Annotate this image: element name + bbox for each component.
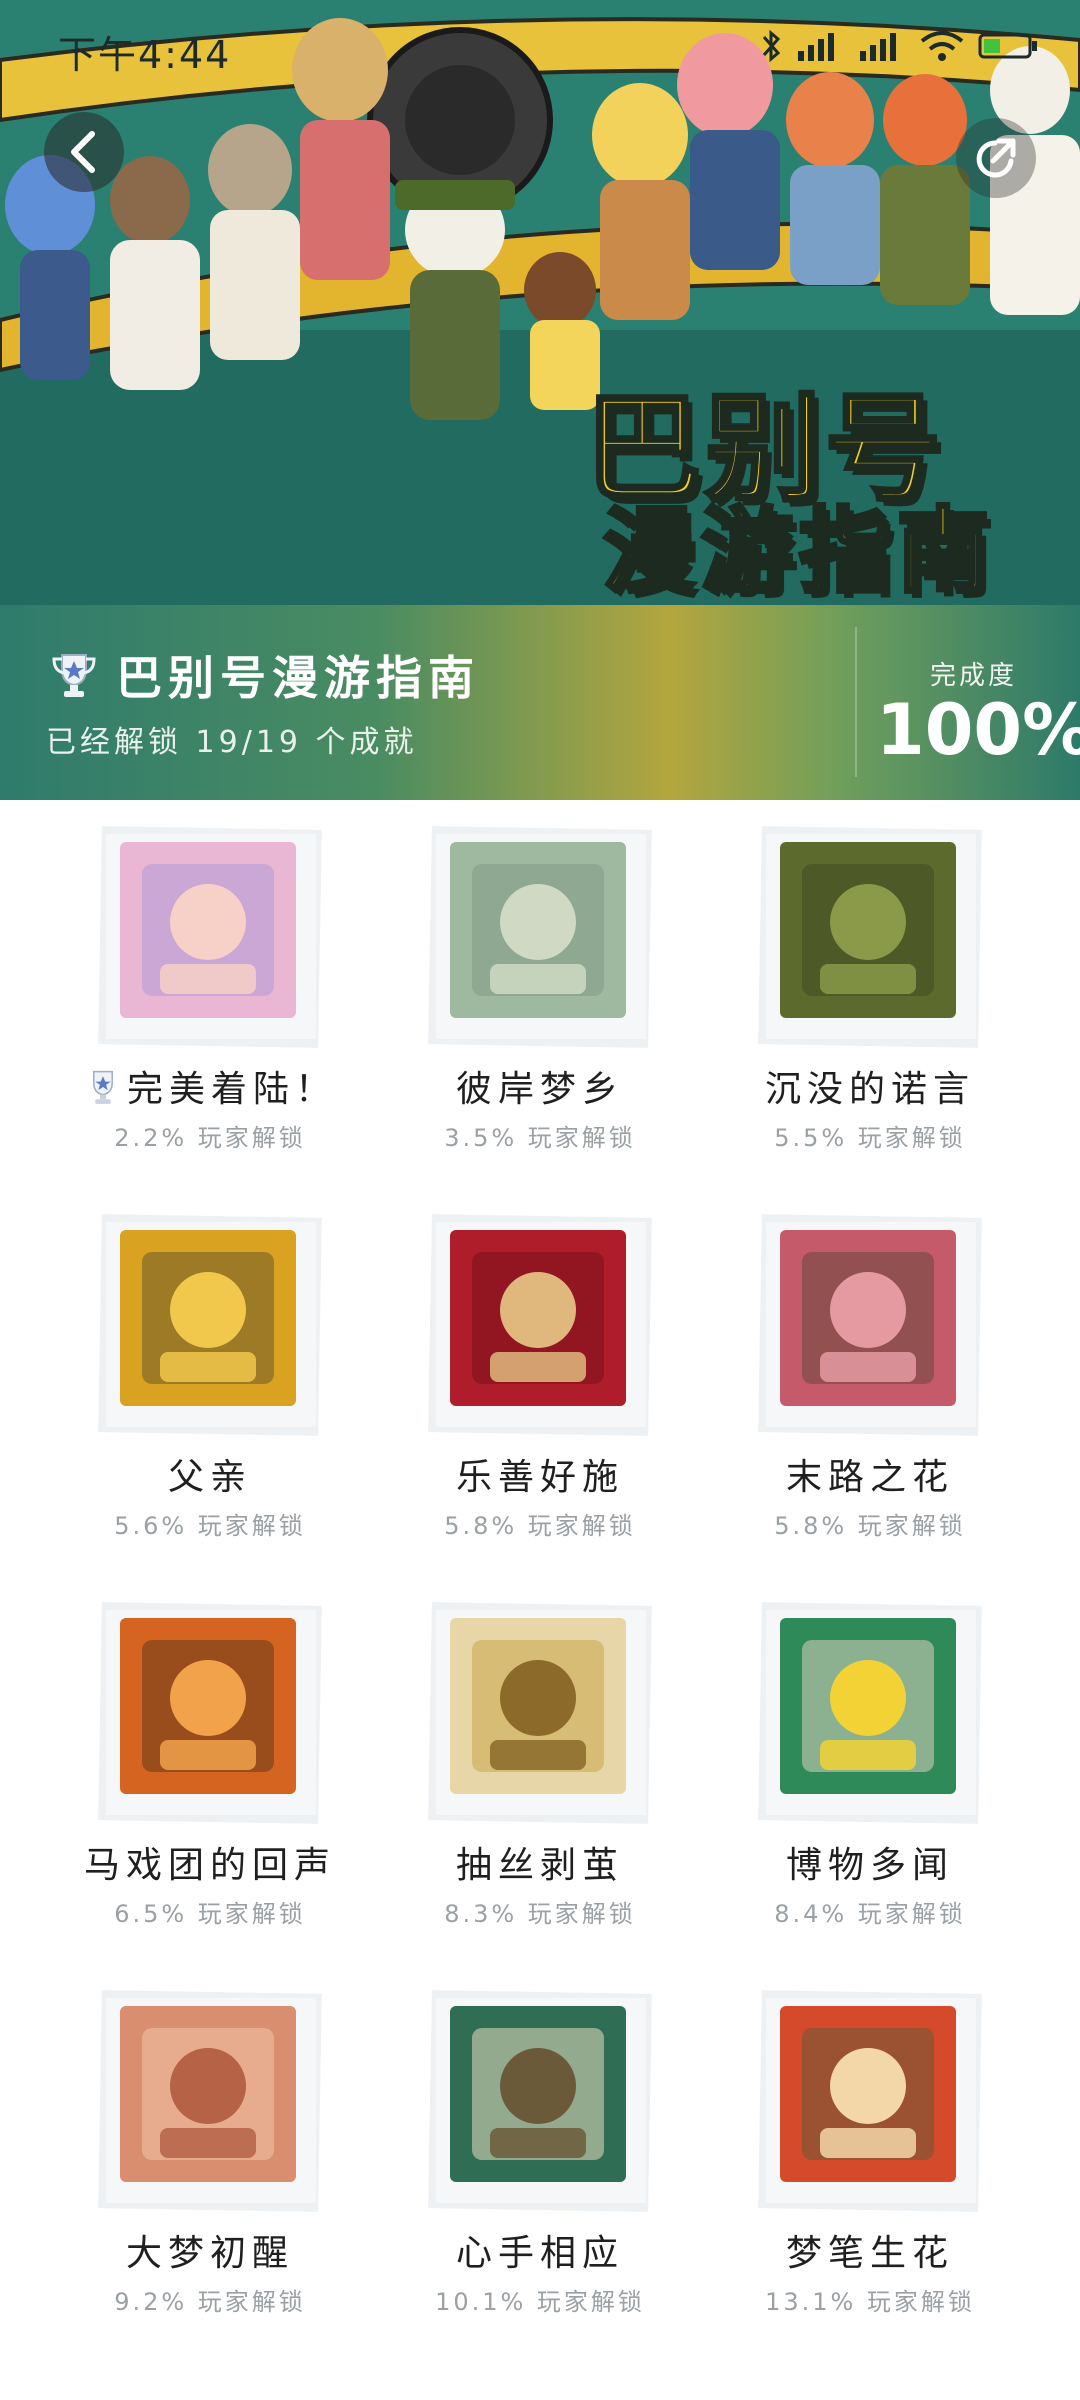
achievement-item[interactable]: 梦笔生花 13.1% 玩家解锁 xyxy=(720,1964,1020,2316)
achievement-item[interactable]: 完美着陆！ 2.2% 玩家解锁 xyxy=(60,800,360,1152)
achievement-art xyxy=(450,2006,626,2182)
achievement-title-text: 乐善好施 xyxy=(455,1457,624,1498)
share-icon xyxy=(976,138,1016,178)
achievement-item[interactable]: 父亲 5.6% 玩家解锁 xyxy=(60,1188,360,1540)
achievement-item[interactable]: 沉没的诺言 5.5% 玩家解锁 xyxy=(720,800,1020,1152)
unlock-percentage: 8.4% 玩家解锁 xyxy=(774,1900,966,1928)
achievement-item[interactable]: 大梦初醒 9.2% 玩家解锁 xyxy=(60,1964,360,2316)
achievement-art xyxy=(780,842,956,1018)
achievement-title-text: 彼岸梦乡 xyxy=(455,1069,624,1110)
achievement-title: 乐善好施 xyxy=(390,1448,690,1500)
achievement-card xyxy=(428,826,652,1048)
achievement-title: 心手相应 xyxy=(390,2224,690,2276)
achievement-title-text: 梦笔生花 xyxy=(785,2233,954,2274)
achievement-card xyxy=(758,1990,982,2212)
achievement-art xyxy=(120,842,296,1018)
achievement-item[interactable]: 乐善好施 5.8% 玩家解锁 xyxy=(390,1188,690,1540)
logo-line-2: 漫游指南 xyxy=(601,496,996,605)
achievement-card xyxy=(98,826,322,1048)
achievement-title: 梦笔生花 xyxy=(720,2224,1020,2276)
battery-icon xyxy=(978,31,1040,65)
wifi-icon xyxy=(920,29,964,67)
unlock-percentage: 10.1% 玩家解锁 xyxy=(435,2288,645,2316)
achievement-title-text: 马戏团的回声 xyxy=(83,1845,336,1886)
unlock-percentage: 5.6% 玩家解锁 xyxy=(114,1512,306,1540)
achievement-title-text: 末路之花 xyxy=(785,1457,954,1498)
achievement-card xyxy=(758,1602,982,1824)
achievement-art xyxy=(120,1230,296,1406)
unlock-percentage: 8.3% 玩家解锁 xyxy=(444,1900,636,1928)
achievement-title: 抽丝剥茧 xyxy=(390,1836,690,1888)
achievement-title-text: 沉没的诺言 xyxy=(764,1069,975,1110)
unlock-percentage: 3.5% 玩家解锁 xyxy=(444,1124,636,1152)
achievement-title-text: 父亲 xyxy=(167,1457,252,1498)
achievement-title-text: 完美着陆！ xyxy=(126,1069,337,1110)
achievement-card xyxy=(428,1602,652,1824)
completion-value: 100% xyxy=(876,689,1080,771)
achievement-title: 父亲 xyxy=(60,1448,360,1500)
signal-icon xyxy=(796,31,844,65)
unlock-summary: 已经解锁 19/19 个成就 xyxy=(46,725,418,760)
achievement-art xyxy=(450,1618,626,1794)
achievement-card xyxy=(428,1990,652,2212)
unlock-percentage: 9.2% 玩家解锁 xyxy=(114,2288,306,2316)
bluetooth-icon xyxy=(760,29,782,67)
achievement-title-text: 抽丝剥茧 xyxy=(455,1845,624,1886)
achievement-card xyxy=(98,1990,322,2212)
unlock-percentage: 2.2% 玩家解锁 xyxy=(114,1124,306,1152)
achievement-item[interactable]: 心手相应 10.1% 玩家解锁 xyxy=(390,1964,690,2316)
achievement-art xyxy=(120,2006,296,2182)
back-button[interactable] xyxy=(44,112,124,192)
achievement-title: 彼岸梦乡 xyxy=(390,1060,690,1112)
achievement-art xyxy=(780,1618,956,1794)
share-button[interactable] xyxy=(956,118,1036,198)
game-logo: 巴别号 漫游指南 xyxy=(583,355,1005,605)
achievement-item[interactable]: 博物多闻 8.4% 玩家解锁 xyxy=(720,1576,1020,1928)
status-icons xyxy=(760,28,1040,68)
achievement-title-text: 博物多闻 xyxy=(785,1845,954,1886)
achievement-title: 沉没的诺言 xyxy=(720,1060,1020,1112)
achievement-title-text: 心手相应 xyxy=(455,2233,624,2274)
signal-2-icon xyxy=(858,31,906,65)
divider xyxy=(855,627,857,777)
achievement-art xyxy=(450,1230,626,1406)
unlock-percentage: 13.1% 玩家解锁 xyxy=(765,2288,975,2316)
status-bar: 下午4:44 xyxy=(0,0,1080,100)
achievement-summary-bar: 巴别号漫游指南 已经解锁 19/19 个成就 完成度 100% xyxy=(0,605,1080,800)
achievement-title: 完美着陆！ xyxy=(60,1060,360,1112)
completion-label: 完成度 xyxy=(930,661,1018,691)
achievement-item[interactable]: 彼岸梦乡 3.5% 玩家解锁 xyxy=(390,800,690,1152)
achievement-item[interactable]: 末路之花 5.8% 玩家解锁 xyxy=(720,1188,1020,1540)
achievement-title-text: 大梦初醒 xyxy=(125,2233,294,2274)
achievement-title: 大梦初醒 xyxy=(60,2224,360,2276)
unlock-percentage: 5.5% 玩家解锁 xyxy=(774,1124,966,1152)
unlock-percentage: 5.8% 玩家解锁 xyxy=(774,1512,966,1540)
status-time: 下午4:44 xyxy=(58,33,232,77)
achievement-card xyxy=(98,1602,322,1824)
chevron-left-icon xyxy=(71,131,95,173)
achievement-title: 博物多闻 xyxy=(720,1836,1020,1888)
achievement-card xyxy=(428,1214,652,1436)
achievement-item[interactable]: 马戏团的回声 6.5% 玩家解锁 xyxy=(60,1576,360,1928)
achievement-art xyxy=(780,2006,956,2182)
achievement-card xyxy=(758,1214,982,1436)
achievement-title: 末路之花 xyxy=(720,1448,1020,1500)
trophy-icon xyxy=(52,654,96,697)
achievement-art xyxy=(120,1618,296,1794)
hero-banner: 下午4:44 巴别号 漫游指南 xyxy=(0,0,1080,605)
trophy-icon xyxy=(92,1070,113,1104)
game-title: 巴别号漫游指南 xyxy=(116,651,480,705)
achievement-card xyxy=(758,826,982,1048)
achievement-art xyxy=(450,842,626,1018)
unlock-percentage: 6.5% 玩家解锁 xyxy=(114,1900,306,1928)
achievement-item[interactable]: 抽丝剥茧 8.3% 玩家解锁 xyxy=(390,1576,690,1928)
game-title-row: 巴别号漫游指南 xyxy=(48,645,480,705)
unlock-percentage: 5.8% 玩家解锁 xyxy=(444,1512,636,1540)
achievement-title: 马戏团的回声 xyxy=(60,1836,360,1888)
achievement-art xyxy=(780,1230,956,1406)
achievement-card xyxy=(98,1214,322,1436)
